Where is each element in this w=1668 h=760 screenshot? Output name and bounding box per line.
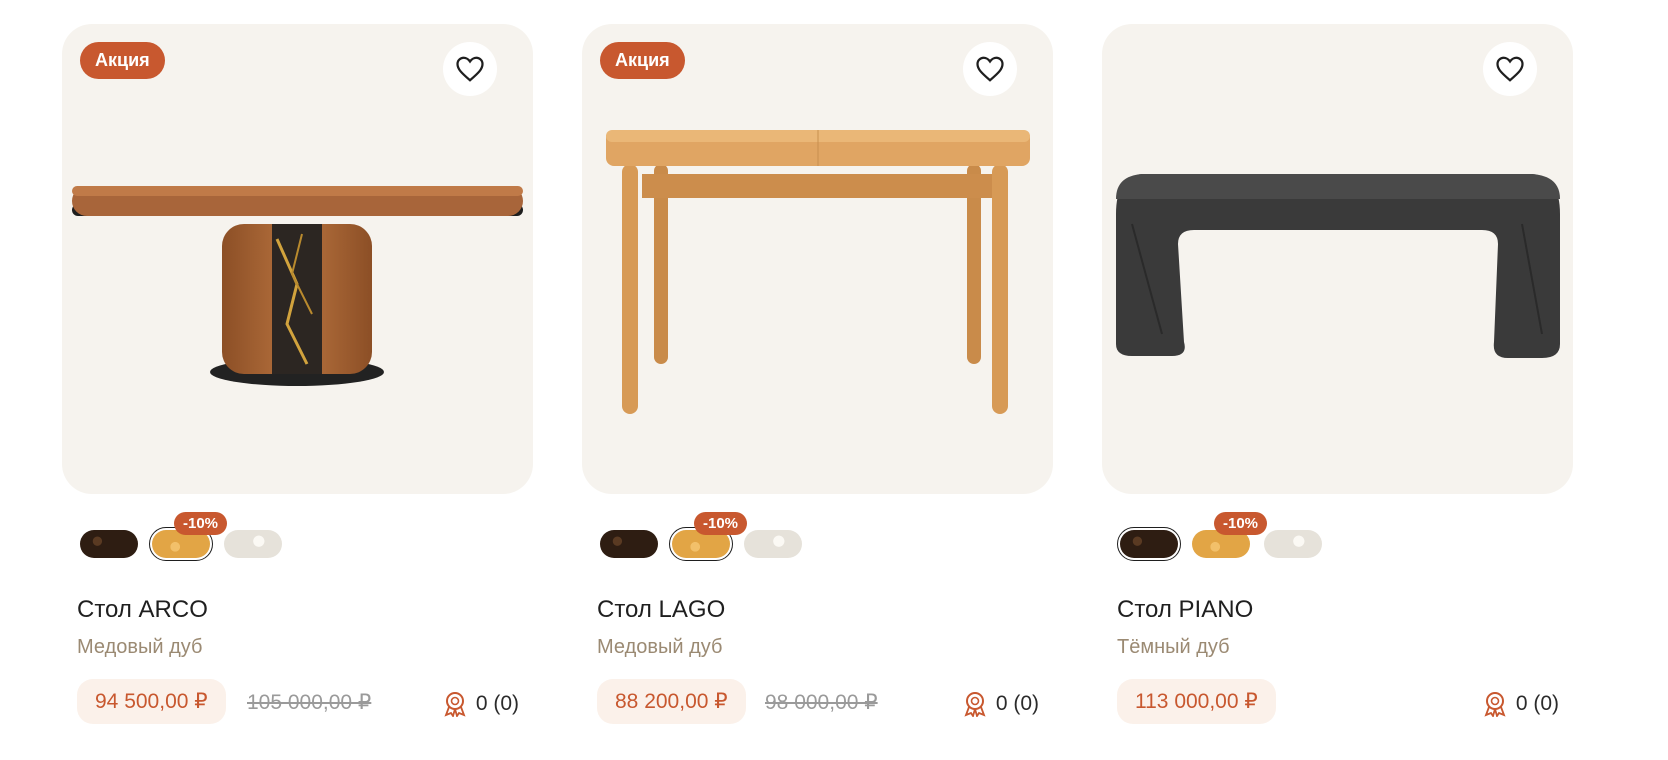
swatch-light-oak[interactable] bbox=[744, 530, 802, 558]
product-title[interactable]: Стол ARCO bbox=[77, 596, 533, 624]
discount-badge: -10% bbox=[174, 512, 228, 535]
discount-badge: -10% bbox=[1214, 512, 1268, 535]
swatch-light-oak[interactable] bbox=[1264, 530, 1322, 558]
product-image-box[interactable]: Акция bbox=[582, 24, 1053, 494]
rating[interactable]: 0 (0) bbox=[1482, 691, 1559, 717]
product-subtitle: Медовый дуб bbox=[597, 636, 723, 658]
color-swatches: -10% bbox=[600, 512, 1053, 572]
color-swatches: -10% bbox=[80, 512, 533, 572]
rating-value: 0 (0) bbox=[995, 692, 1039, 715]
current-price: 113 000,00 ₽ bbox=[1117, 679, 1276, 724]
favorite-button[interactable] bbox=[443, 42, 497, 96]
rating-value: 0 (0) bbox=[1515, 692, 1559, 715]
product-card-piano[interactable]: -10% Стол PIANO Тёмный дуб 113 000,00 ₽ … bbox=[1102, 24, 1573, 725]
product-title[interactable]: Стол PIANO bbox=[1117, 596, 1573, 624]
sale-badge: Акция bbox=[80, 42, 165, 79]
product-image-box[interactable] bbox=[1102, 24, 1573, 494]
favorite-button[interactable] bbox=[963, 42, 1017, 96]
sale-badge: Акция bbox=[600, 42, 685, 79]
old-price: 98 000,00 ₽ bbox=[765, 691, 878, 714]
color-swatches: -10% bbox=[1117, 512, 1573, 572]
swatch-dark-oak[interactable] bbox=[1117, 527, 1181, 561]
swatch-dark-oak[interactable] bbox=[600, 530, 658, 558]
product-grid: Акция -10% Стол ARCO Медовый дуб 94 500,… bbox=[62, 24, 1573, 725]
price-row: 94 500,00 ₽ 105 000,00 ₽ 0 (0) bbox=[77, 679, 533, 725]
swatch-dark-oak[interactable] bbox=[80, 530, 138, 558]
product-subtitle: Тёмный дуб bbox=[1117, 636, 1230, 658]
award-icon bbox=[964, 692, 986, 717]
product-card-lago[interactable]: Акция -10% Стол LAGO Медовый дуб 88 200,… bbox=[582, 24, 1053, 725]
award-icon bbox=[1484, 692, 1506, 717]
swatch-light-oak[interactable] bbox=[224, 530, 282, 558]
heart-icon bbox=[976, 56, 1004, 82]
rating-value: 0 (0) bbox=[475, 692, 519, 715]
rating[interactable]: 0 (0) bbox=[962, 691, 1039, 717]
product-subtitle: Медовый дуб bbox=[77, 636, 203, 658]
heart-icon bbox=[456, 56, 484, 82]
price-row: 88 200,00 ₽ 98 000,00 ₽ 0 (0) bbox=[597, 679, 1053, 725]
discount-badge: -10% bbox=[694, 512, 748, 535]
product-image-box[interactable]: Акция bbox=[62, 24, 533, 494]
award-icon bbox=[444, 692, 466, 717]
price-row: 113 000,00 ₽ 0 (0) bbox=[1117, 679, 1573, 725]
current-price: 94 500,00 ₽ bbox=[77, 679, 226, 724]
product-card-arco[interactable]: Акция -10% Стол ARCO Медовый дуб 94 500,… bbox=[62, 24, 533, 725]
current-price: 88 200,00 ₽ bbox=[597, 679, 746, 724]
old-price: 105 000,00 ₽ bbox=[247, 691, 372, 714]
product-title[interactable]: Стол LAGO bbox=[597, 596, 1053, 624]
heart-icon bbox=[1496, 56, 1524, 82]
rating[interactable]: 0 (0) bbox=[442, 691, 519, 717]
favorite-button[interactable] bbox=[1483, 42, 1537, 96]
